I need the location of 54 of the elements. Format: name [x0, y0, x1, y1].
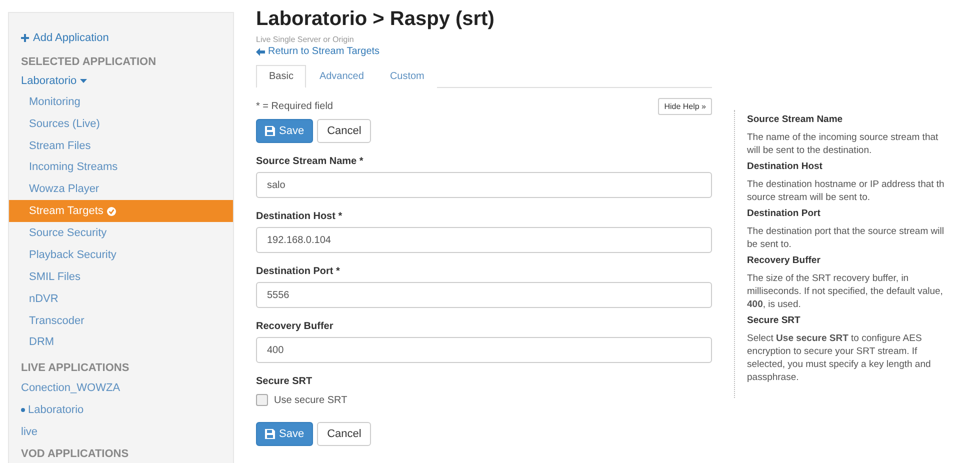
arrow-left-icon [256, 48, 265, 56]
field-label: Destination Port * [256, 266, 340, 277]
cancel-button[interactable]: Cancel [317, 422, 372, 446]
field-label: Source Stream Name * [256, 156, 364, 167]
secure-srt-checkbox[interactable]: Use secure SRT [256, 394, 348, 406]
help-title: Destination Port [747, 208, 820, 219]
caret-icon [80, 78, 87, 83]
back-link[interactable]: Return to Stream Targets [256, 46, 380, 57]
required-note: * = Required field [256, 101, 333, 112]
nav-item[interactable]: nDVR [9, 288, 233, 310]
help-text: Select Use secure SRT to configure AES encryption to secure your SRT stream. If selected, you must specify a key length and passphrase. [747, 332, 932, 384]
input-field[interactable]: salo [256, 172, 712, 198]
application-dropdown[interactable]: Laboratorio [21, 70, 87, 91]
help-text: The destination port that the source stream will be sent to. [747, 225, 945, 251]
help-text: The name of the incoming source stream that will be sent to the destination. [747, 131, 940, 157]
check-circle-icon [107, 206, 116, 216]
plus-icon [21, 34, 29, 42]
help-text: The destination hostname or IP address that th source stream will be sent to. [747, 178, 946, 204]
field-label: Destination Host * [256, 211, 342, 222]
page-title: Laboratorio > Raspy (srt) [256, 8, 494, 31]
page-subtitle: Live Single Server or Origin [256, 35, 354, 44]
field-label: Recovery Buffer [256, 321, 334, 332]
save-button[interactable]: Save [256, 422, 314, 446]
nav-item[interactable]: Stream Files [9, 134, 233, 157]
application-link[interactable]: Laboratorio [21, 399, 84, 422]
section-header: LIVE APPLICATIONS [21, 361, 130, 376]
help-text: The size of the SRT recovery buffer, in milliseconds. If not specified, the default value, 400, is used. [747, 272, 944, 311]
help-title: Destination Host [747, 161, 822, 172]
nav-item[interactable]: Source Security [9, 222, 233, 244]
nav-item[interactable]: Monitoring [9, 90, 233, 113]
input-field[interactable]: 400 [256, 337, 712, 363]
section-header: VOD APPLICATIONS [21, 447, 129, 462]
nav-item[interactable]: Transcoder [9, 310, 233, 332]
help-title: Source Stream Name [747, 114, 843, 125]
section-header: SELECTED APPLICATION [21, 54, 156, 70]
nav-item[interactable]: Sources (Live) [9, 112, 233, 135]
nav-item[interactable]: Wowza Player [9, 178, 233, 200]
tab[interactable]: Basic [256, 65, 306, 88]
help-title: Secure SRT [747, 315, 800, 326]
application-link[interactable]: Conection_WOWZA [21, 377, 120, 400]
add-application-link[interactable]: Add Application [21, 29, 109, 47]
nav-item[interactable]: Playback Security [9, 244, 233, 266]
nav-item[interactable]: Incoming Streams [9, 156, 233, 178]
nav-item[interactable]: Stream Targets [9, 200, 233, 222]
field-label: Secure SRT [256, 376, 312, 387]
application-link[interactable]: live [21, 421, 38, 444]
save-button[interactable]: Save [256, 119, 314, 143]
input-field[interactable]: 192.168.0.104 [256, 227, 712, 253]
hide-help-button[interactable]: Hide Help » [658, 98, 712, 115]
nav-item[interactable]: SMIL Files [9, 266, 233, 288]
help-title: Recovery Buffer [747, 255, 820, 266]
nav-item[interactable]: DRM [9, 332, 233, 354]
input-field[interactable]: 5556 [256, 282, 712, 308]
cancel-button[interactable]: Cancel [317, 119, 372, 143]
